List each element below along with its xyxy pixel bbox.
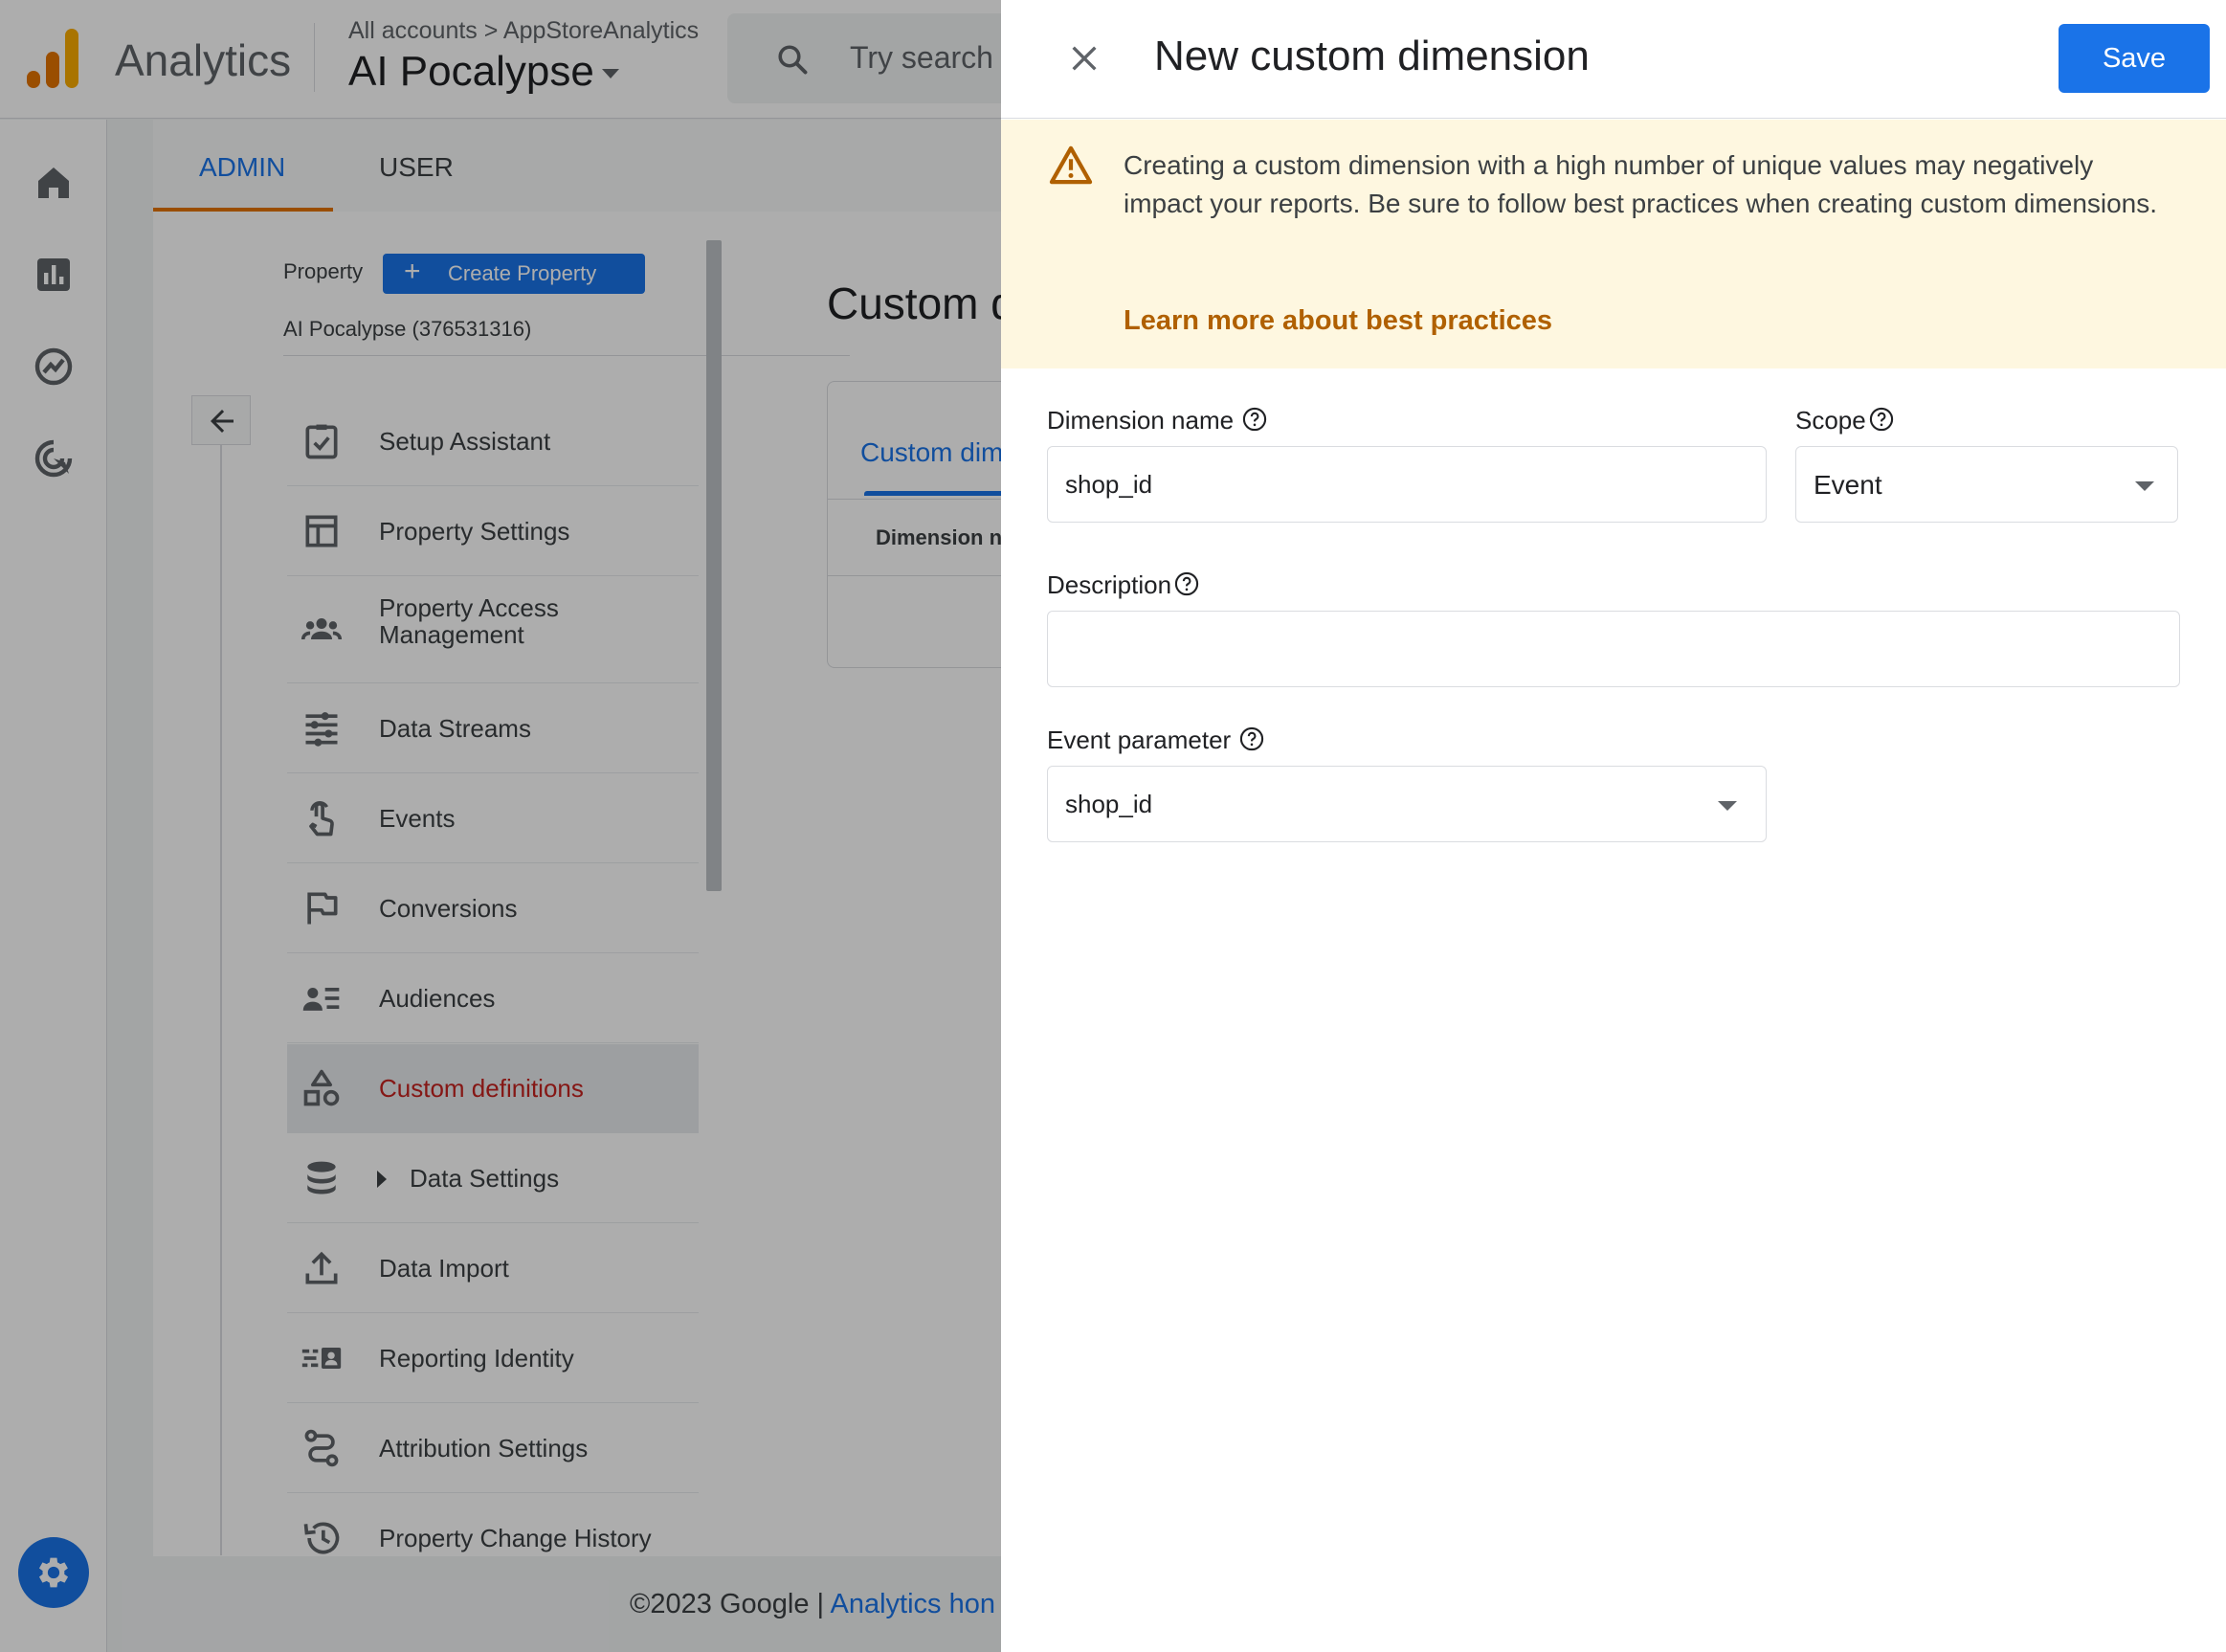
drawer-header: New custom dimension Save bbox=[1001, 0, 2226, 119]
chevron-down-icon bbox=[2135, 481, 2154, 491]
modal-scrim[interactable] bbox=[0, 0, 1001, 1652]
warning-banner: Creating a custom dimension with a high … bbox=[1001, 120, 2226, 368]
close-button[interactable] bbox=[1058, 33, 1110, 84]
dimension-name-value: shop_id bbox=[1065, 470, 1153, 499]
event-parameter-value: shop_id bbox=[1065, 790, 1153, 818]
dimension-name-input[interactable]: shop_id bbox=[1047, 446, 1767, 523]
description-input[interactable] bbox=[1047, 611, 2180, 687]
label-text: Scope bbox=[1795, 406, 1866, 435]
dimension-name-label: Dimension name bbox=[1047, 406, 1268, 435]
close-icon bbox=[1072, 46, 1097, 71]
label-text: Event parameter bbox=[1047, 726, 1232, 754]
event-parameter-select[interactable]: shop_id bbox=[1047, 766, 1767, 842]
scope-select[interactable]: Event bbox=[1795, 446, 2178, 523]
help-icon[interactable] bbox=[1173, 570, 1200, 597]
scope-value: Event bbox=[1814, 470, 1882, 500]
event-parameter-label: Event parameter bbox=[1047, 726, 1265, 755]
chevron-down-icon bbox=[1718, 801, 1737, 811]
help-icon[interactable] bbox=[1238, 726, 1265, 752]
description-label: Description bbox=[1047, 570, 1200, 600]
save-button[interactable]: Save bbox=[2059, 24, 2210, 93]
warning-text: Creating a custom dimension with a high … bbox=[1124, 150, 2158, 218]
learn-more-link[interactable]: Learn more about best practices bbox=[1124, 305, 1552, 337]
label-text: Description bbox=[1047, 570, 1172, 599]
scope-label: Scope bbox=[1795, 406, 1895, 435]
label-text: Dimension name bbox=[1047, 406, 1235, 435]
help-icon[interactable] bbox=[1868, 406, 1895, 433]
warning-icon bbox=[1049, 145, 1093, 185]
new-custom-dimension-drawer: New custom dimension Save Creating a cus… bbox=[1001, 0, 2226, 1652]
drawer-title: New custom dimension bbox=[1154, 33, 1590, 79]
help-icon[interactable] bbox=[1241, 406, 1268, 433]
